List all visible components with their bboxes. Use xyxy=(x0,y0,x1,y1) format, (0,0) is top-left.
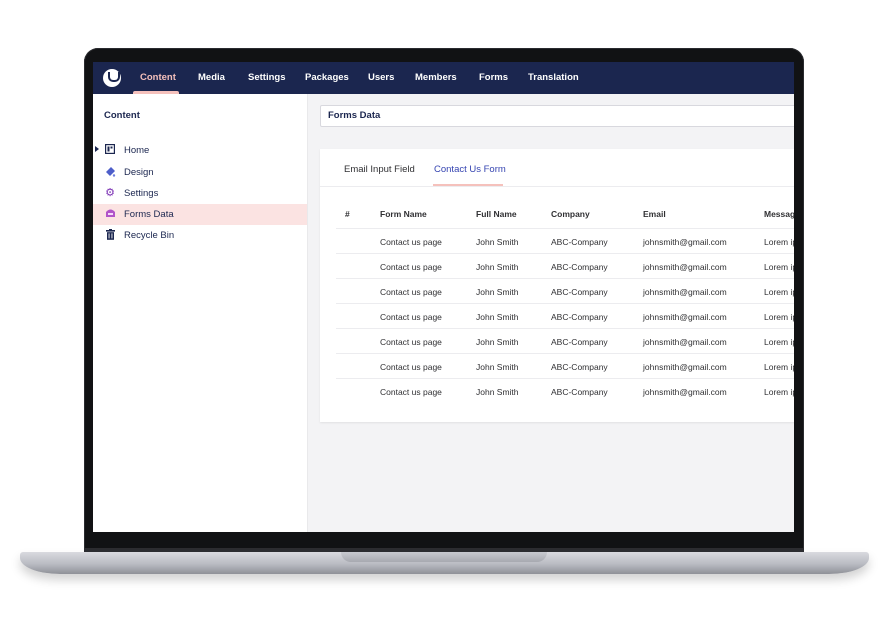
top-nav: Content Media Settings Packages Users Me… xyxy=(93,62,794,94)
forms-panel: Email Input Field Contact Us Form # Form… xyxy=(320,149,794,422)
sidebar-item-forms-data[interactable]: Forms Data xyxy=(93,204,307,225)
cell-full-name: John Smith xyxy=(476,362,519,372)
cell-company: ABC-Company xyxy=(551,312,608,322)
cell-form-name: Contact us page xyxy=(380,312,442,322)
expand-caret-icon[interactable] xyxy=(95,146,99,152)
table-row[interactable]: Contact us page John Smith ABC-Company john… xyxy=(336,303,794,329)
home-icon xyxy=(104,143,116,156)
table-row[interactable]: Contact us page John Smith ABC-Company john… xyxy=(336,328,794,354)
cell-message: Lorem ip xyxy=(764,312,794,322)
main-content: Forms Data Email Input Field Contact Us … xyxy=(308,94,794,532)
cell-message: Lorem ip xyxy=(764,287,794,297)
cell-message: Lorem ip xyxy=(764,237,794,247)
cell-email: johnsmith@gmail.com xyxy=(643,387,727,397)
cell-form-name: Contact us page xyxy=(380,362,442,372)
cell-form-name: Contact us page xyxy=(380,337,442,347)
cell-form-name: Contact us page xyxy=(380,387,442,397)
cell-email: johnsmith@gmail.com xyxy=(643,237,727,247)
sidebar-item-label: Design xyxy=(124,167,154,178)
cell-email: johnsmith@gmail.com xyxy=(643,262,727,272)
nav-item-members[interactable]: Members xyxy=(415,62,457,94)
nav-item-media[interactable]: Media xyxy=(198,62,225,94)
table-row[interactable]: Contact us page John Smith ABC-Company john… xyxy=(336,253,794,279)
app-screen: Content Media Settings Packages Users Me… xyxy=(93,62,794,532)
sidebar: Content Home Design ⚙ Settings Forms Dat… xyxy=(93,94,308,532)
trash-icon xyxy=(105,229,115,241)
laptop-notch xyxy=(341,552,547,562)
cell-full-name: John Smith xyxy=(476,387,519,397)
cell-full-name: John Smith xyxy=(476,312,519,322)
cell-full-name: John Smith xyxy=(476,262,519,272)
table-row[interactable]: Contact us page John Smith ABC-Company john… xyxy=(336,353,794,379)
cell-full-name: John Smith xyxy=(476,287,519,297)
sidebar-item-design[interactable]: Design xyxy=(93,162,307,183)
gear-icon: ⚙ xyxy=(105,187,115,199)
cell-message: Lorem ip xyxy=(764,362,794,372)
nav-item-settings[interactable]: Settings xyxy=(248,62,285,94)
cell-company: ABC-Company xyxy=(551,337,608,347)
tabs-divider xyxy=(320,186,794,187)
cell-form-name: Contact us page xyxy=(380,237,442,247)
column-header-company[interactable]: Company xyxy=(551,209,590,219)
sidebar-title: Content xyxy=(104,110,140,121)
cell-email: johnsmith@gmail.com xyxy=(643,337,727,347)
sidebar-item-settings[interactable]: ⚙ Settings xyxy=(93,183,307,204)
cell-email: johnsmith@gmail.com xyxy=(643,287,727,297)
nav-item-forms[interactable]: Forms xyxy=(479,62,508,94)
cell-form-name: Contact us page xyxy=(380,287,442,297)
forms-icon xyxy=(105,208,115,220)
cell-message: Lorem ip xyxy=(764,262,794,272)
cell-message: Lorem ip xyxy=(764,387,794,397)
tab-email-input-field[interactable]: Email Input Field xyxy=(344,164,415,175)
nav-item-packages[interactable]: Packages xyxy=(305,62,349,94)
column-header-form-name[interactable]: Form Name xyxy=(380,209,427,219)
cell-company: ABC-Company xyxy=(551,362,608,372)
umbraco-logo-icon[interactable] xyxy=(103,69,121,87)
cell-full-name: John Smith xyxy=(476,237,519,247)
design-icon xyxy=(105,166,116,178)
cell-email: johnsmith@gmail.com xyxy=(643,312,727,322)
table-row[interactable]: Contact us page John Smith ABC-Company john… xyxy=(336,378,794,404)
cell-company: ABC-Company xyxy=(551,262,608,272)
cell-email: johnsmith@gmail.com xyxy=(643,362,727,372)
sidebar-item-label: Forms Data xyxy=(124,209,174,220)
cell-full-name: John Smith xyxy=(476,337,519,347)
table-row[interactable]: Contact us page John Smith ABC-Company john… xyxy=(336,228,794,254)
tab-contact-us-form[interactable]: Contact Us Form xyxy=(434,164,506,175)
sidebar-item-label: Recycle Bin xyxy=(124,230,175,241)
cell-company: ABC-Company xyxy=(551,237,608,247)
page-title: Forms Data xyxy=(328,110,381,121)
cell-company: ABC-Company xyxy=(551,287,608,297)
cell-company: ABC-Company xyxy=(551,387,608,397)
page-title-field[interactable]: Forms Data xyxy=(320,105,794,127)
table-row[interactable]: Contact us page John Smith ABC-Company john… xyxy=(336,278,794,304)
sidebar-item-recycle-bin[interactable]: Recycle Bin xyxy=(93,225,307,246)
cell-form-name: Contact us page xyxy=(380,262,442,272)
nav-item-users[interactable]: Users xyxy=(368,62,394,94)
column-header-number[interactable]: # xyxy=(345,209,350,219)
sidebar-item-home[interactable]: Home xyxy=(93,140,307,161)
nav-item-content[interactable]: Content xyxy=(140,62,176,94)
sidebar-item-label: Home xyxy=(124,145,150,156)
cell-message: Lorem ip xyxy=(764,337,794,347)
nav-item-translation[interactable]: Translation xyxy=(528,62,579,94)
column-header-message[interactable]: Message xyxy=(764,209,794,219)
sidebar-item-label: Settings xyxy=(124,188,159,199)
column-header-email[interactable]: Email xyxy=(643,209,666,219)
column-header-full-name[interactable]: Full Name xyxy=(476,209,517,219)
